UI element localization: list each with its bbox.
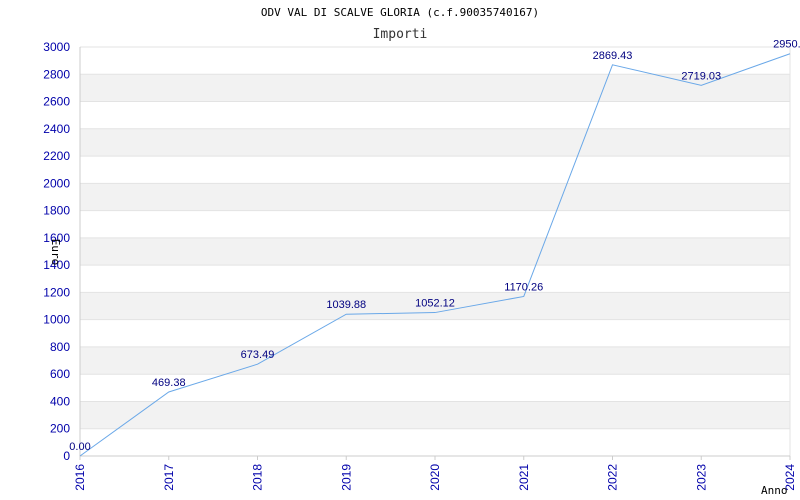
grid-band xyxy=(80,128,790,157)
importi-line-chart: 0200400600800100012001400160018002000220… xyxy=(43,6,800,497)
data-label: 469.38 xyxy=(152,377,186,389)
grid-band xyxy=(80,401,790,429)
grid-band xyxy=(80,346,790,375)
x-tick-label: 2017 xyxy=(162,464,176,491)
chart-subtitle: Importi xyxy=(373,27,428,42)
y-axis-label: Euro xyxy=(49,239,62,266)
grid-bands xyxy=(80,74,790,429)
x-tick-label: 2019 xyxy=(339,464,353,491)
y-tick-label: 2200 xyxy=(43,149,70,163)
data-label: 1170.26 xyxy=(504,281,543,293)
y-tick-label: 200 xyxy=(50,422,70,436)
y-tick-label: 1000 xyxy=(43,313,70,327)
x-tick-label: 2021 xyxy=(517,464,531,491)
y-tick-label: 3000 xyxy=(43,40,70,54)
y-tick-label: 1800 xyxy=(43,204,70,218)
x-tick-label: 2023 xyxy=(694,464,708,491)
x-axis-label: Anno xyxy=(761,484,788,497)
data-label: 2950.7 xyxy=(773,39,800,51)
data-label: 2719.03 xyxy=(681,70,721,82)
data-label: 1039.88 xyxy=(326,299,366,311)
x-tick-labels: 2016 2017 2018 2019 2020 2021 2022 2023 2024 xyxy=(73,456,797,491)
y-tick-label: 2000 xyxy=(43,176,70,190)
y-tick-label: 1200 xyxy=(43,285,70,299)
data-label: 1052.12 xyxy=(415,298,455,310)
y-tick-label: 2800 xyxy=(43,67,70,81)
data-label: 0.00 xyxy=(69,441,90,453)
y-tick-label: 600 xyxy=(50,367,70,381)
grid-band xyxy=(80,183,790,211)
chart-title: ODV VAL DI SCALVE GLORIA (c.f.9003574016… xyxy=(261,6,539,19)
data-label: 673.49 xyxy=(241,349,275,361)
grid-band xyxy=(80,237,790,266)
x-tick-label: 2018 xyxy=(251,464,265,491)
x-tick-label: 2022 xyxy=(606,464,620,491)
data-label: 2869.43 xyxy=(593,50,633,62)
y-tick-label: 2600 xyxy=(43,95,70,109)
x-tick-label: 2020 xyxy=(428,464,442,491)
y-tick-label: 2400 xyxy=(43,122,70,136)
x-tick-label: 2016 xyxy=(73,464,87,491)
y-tick-label: 800 xyxy=(50,340,70,354)
y-tick-label: 400 xyxy=(50,394,70,408)
